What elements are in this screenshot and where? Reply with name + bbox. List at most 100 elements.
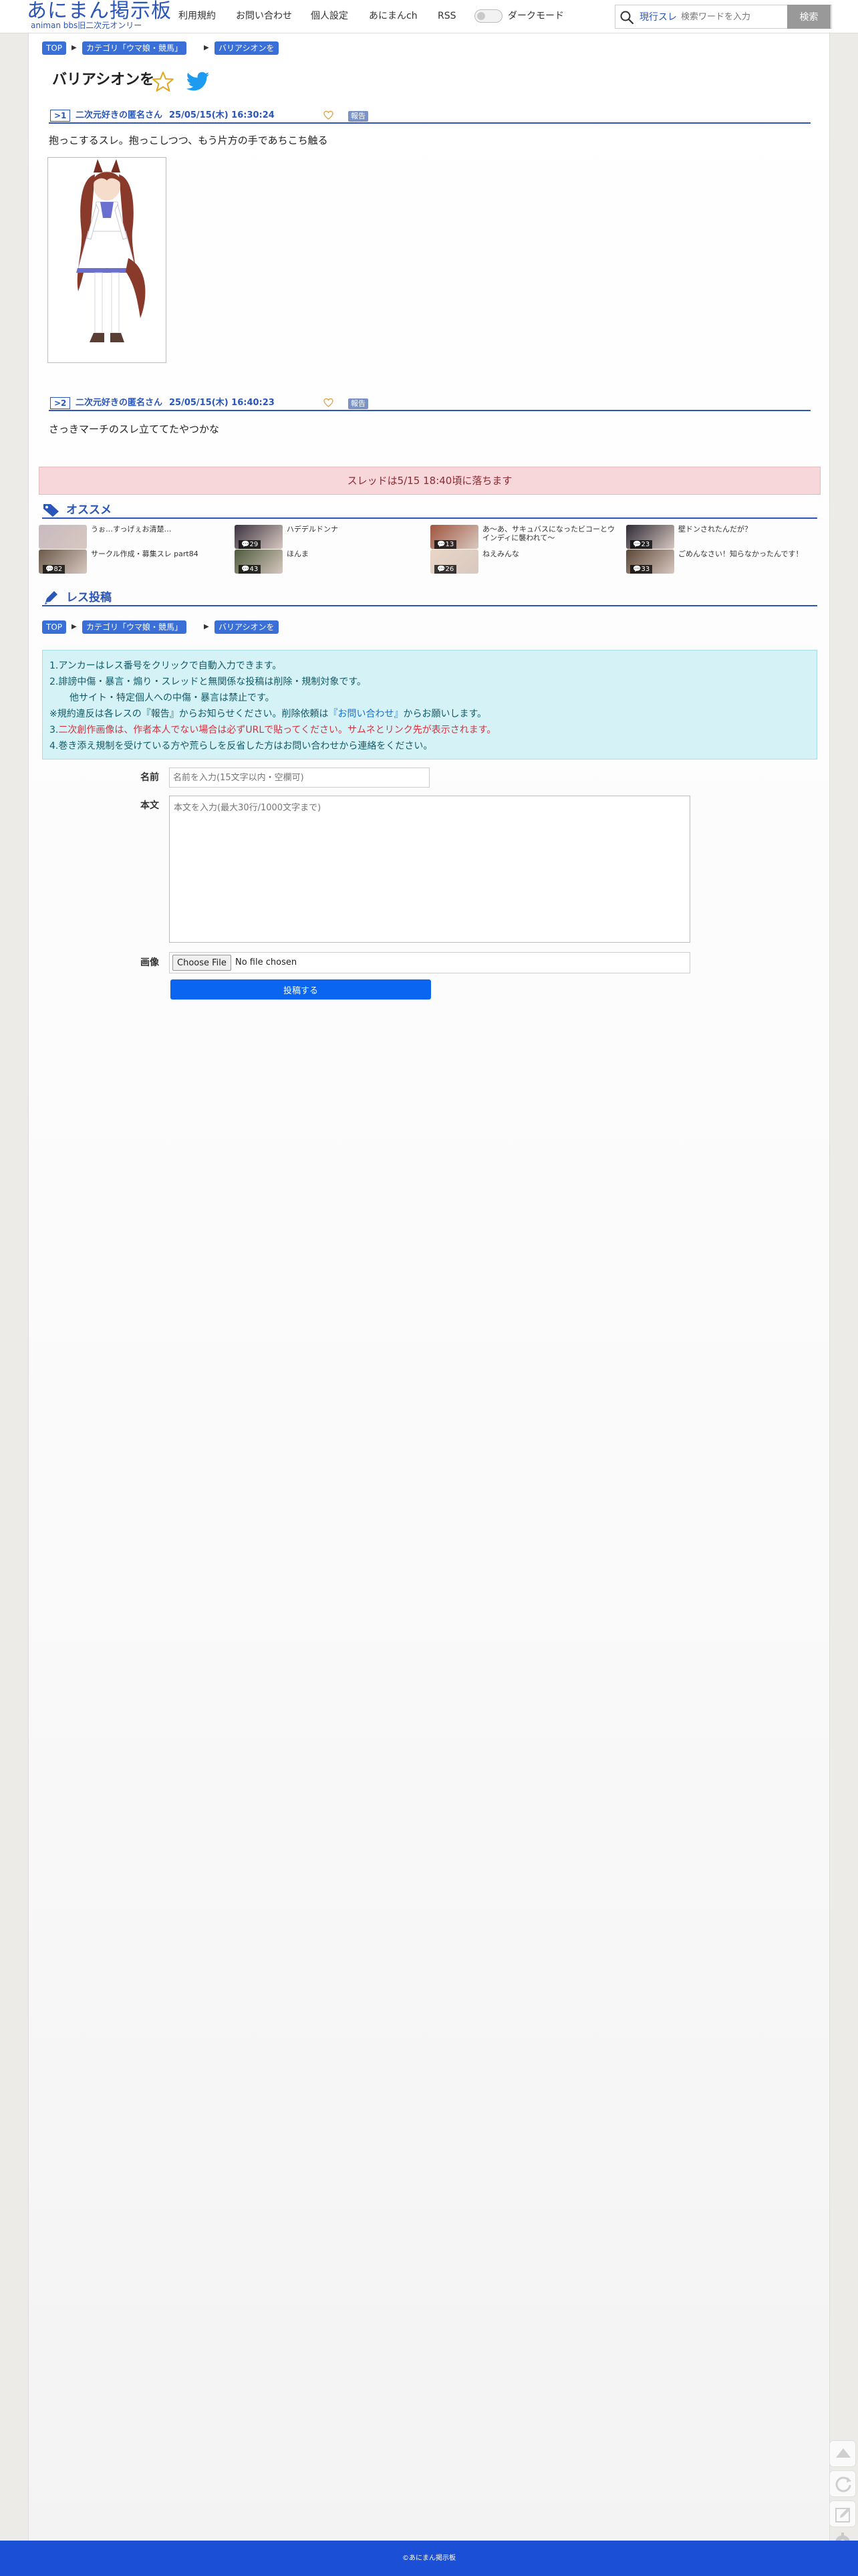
nav-terms[interactable]: 利用規約 [178, 10, 216, 22]
recommended-section-heading: オススメ [42, 503, 817, 519]
recommended-title: ハデデルドンナ [287, 525, 338, 534]
posting-rules: 1.アンカーはレス番号をクリックで自動入力できます。 2.誹謗中傷・暴言・煽り・… [42, 650, 817, 759]
nav-rss[interactable]: RSS [438, 10, 456, 22]
reply-count: 💬26 [434, 565, 457, 574]
post-body: さっきマーチのスレ立ててたやつかな [49, 423, 220, 435]
recommended-title: ねえみんな [482, 550, 519, 558]
body-textarea[interactable] [169, 796, 690, 943]
thread-thumbnail: 💬33 [626, 550, 674, 574]
image-file-field: Choose File No file chosen [169, 952, 690, 973]
reload-button[interactable] [829, 2470, 856, 2497]
site-header: あにまん掲示板 animan bbs旧二次元オンリー 利用規約 お問い合わせ 個… [0, 0, 858, 33]
breadcrumb-separator: ▶ [204, 44, 209, 51]
post-image-thumbnail[interactable] [47, 157, 166, 363]
recommended-item[interactable]: うぉ…すっげぇお清楚… [39, 525, 226, 549]
pencil-icon [45, 591, 57, 604]
dark-mode-toggle[interactable] [474, 9, 503, 23]
recommended-item[interactable]: 💬43 ほんま [235, 550, 422, 574]
search-scope[interactable]: 現行スレ [639, 11, 677, 23]
recommended-item[interactable]: 💬23 壁ドンされたんだが？ [626, 525, 813, 549]
recommended-item[interactable]: 💬29 ハデデルドンナ [235, 525, 422, 549]
rule-text: からお願いします。 [403, 709, 487, 719]
post-date: 25/05/15(木) 16:40:23 [169, 398, 275, 408]
rule-line: 2.誹謗中傷・暴言・煽り・スレッドと無関係な投稿は削除・規制対象です。 [49, 677, 366, 687]
recommended-item[interactable]: 💬13 あ〜あ、サキュバスになったビコーとウインディに襲われて〜 [430, 525, 617, 549]
thread-thumbnail [39, 525, 87, 549]
report-button[interactable]: 報告 [348, 111, 368, 122]
reply-count: 💬23 [630, 540, 653, 549]
character-illustration [76, 159, 146, 342]
rule-line: 4.巻き添え規制を受けている方や荒らしを反省した方はお問い合わせから連絡をくださ… [49, 741, 433, 751]
file-status: No file chosen [235, 957, 297, 967]
thread-expiry-notice: スレッドは5/15 18:40頃に落ちます [39, 467, 821, 495]
heart-icon[interactable] [323, 110, 333, 120]
reload-icon [835, 2476, 851, 2492]
breadcrumb-separator: ▶ [72, 623, 77, 630]
scroll-top-button[interactable] [829, 2440, 856, 2467]
reply-count: 💬82 [43, 565, 65, 574]
post-body: 抱っこするスレ。抱っこしつつ、もう片方の手であちこち触る [49, 134, 328, 146]
write-button[interactable] [829, 2500, 856, 2527]
name-input[interactable] [169, 768, 430, 788]
star-icon[interactable] [152, 71, 174, 92]
submit-button[interactable]: 投稿する [170, 979, 431, 1000]
search-button[interactable]: 検索 [787, 5, 831, 29]
recommended-title: サークル作成・募集スレ part84 [91, 550, 198, 558]
body-label: 本文 [140, 800, 159, 811]
footer-copyright: ©あにまん掲示板 [402, 2555, 456, 2562]
name-label: 名前 [140, 772, 159, 783]
breadcrumb-top[interactable]: TOP [42, 620, 67, 634]
edit-icon [835, 2508, 850, 2523]
thread-thumbnail: 💬26 [430, 550, 478, 574]
post-author: 二次元好きの匿名さん [76, 110, 163, 120]
search-input[interactable] [681, 8, 799, 25]
reply-count: 💬33 [630, 565, 653, 574]
choose-file-button[interactable]: Choose File [172, 955, 231, 971]
logo-main-text: あにまん掲示板 [27, 0, 172, 23]
thread-thumbnail: 💬23 [626, 525, 674, 549]
reply-count: 💬13 [434, 540, 457, 549]
breadcrumb-thread[interactable]: バリアシオンを [214, 41, 279, 55]
site-footer: ©あにまん掲示板 [0, 2541, 858, 2576]
heart-icon[interactable] [323, 398, 333, 408]
breadcrumb-thread[interactable]: バリアシオンを [214, 620, 279, 634]
site-logo[interactable]: あにまん掲示板 animan bbs旧二次元オンリー [27, 0, 171, 33]
rule-line: 他サイト・特定個人への中傷・暴言は禁止です。 [69, 693, 275, 703]
post-header: >2 二次元好きの匿名さん 25/05/15(木) 16:40:23 報告 [49, 396, 811, 411]
reply-count: 💬43 [239, 565, 261, 574]
rule-line: ※規約違反は各レスの『報告』からお知らせください。削除依頼は『お問い合わせ』から… [49, 706, 810, 722]
recommended-item[interactable]: 💬26 ねえみんな [430, 550, 617, 574]
nav-settings[interactable]: 個人設定 [311, 10, 348, 22]
post-date: 25/05/15(木) 16:30:24 [169, 110, 275, 120]
breadcrumb-category[interactable]: カテゴリ「ウマ娘・競馬」 [82, 620, 187, 634]
post-number-anchor[interactable]: >2 [50, 397, 71, 409]
recommended-title: ほんま [287, 550, 309, 558]
reply-heading: レス投稿 [66, 591, 112, 604]
thread-thumbnail: 💬29 [235, 525, 283, 549]
scroll-top-icon [836, 2448, 851, 2458]
breadcrumb-separator: ▶ [72, 44, 77, 51]
post-header: >1 二次元好きの匿名さん 25/05/15(木) 16:30:24 報告 [49, 109, 811, 124]
recommended-title: 壁ドンされたんだが？ [678, 525, 752, 534]
rule-warning: 二次創作画像は、作者本人でない場合は必ずURLで貼ってください。サムネとリンク先… [58, 725, 496, 735]
recommended-item[interactable]: 💬82 サークル作成・募集スレ part84 [39, 550, 226, 574]
nav-contact[interactable]: お問い合わせ [236, 10, 292, 22]
reply-section-heading: レス投稿 [42, 590, 817, 606]
post-number-anchor[interactable]: >1 [50, 110, 71, 122]
twitter-icon[interactable] [186, 72, 210, 92]
recommended-item[interactable]: 💬33 ごめんなさい！知らなかったんです！ [626, 550, 813, 574]
tag-icon [43, 504, 59, 517]
breadcrumb-top[interactable]: TOP [42, 41, 67, 55]
contact-link[interactable]: 『お問い合わせ』 [328, 709, 403, 719]
toggle-knob [477, 12, 485, 20]
rule-line: 3.二次創作画像は、作者本人でない場合は必ずURLで貼ってください。サムネとリン… [49, 722, 810, 738]
search-icon[interactable] [619, 10, 634, 25]
nav-animanch[interactable]: あにまんch [369, 10, 418, 22]
breadcrumb-separator: ▶ [204, 623, 209, 630]
recommended-title: うぉ…すっげぇお清楚… [91, 525, 172, 534]
image-label: 画像 [140, 957, 159, 968]
thread-thumbnail: 💬13 [430, 525, 478, 549]
breadcrumb-category[interactable]: カテゴリ「ウマ娘・競馬」 [82, 41, 187, 55]
rule-text: 3. [49, 725, 59, 735]
report-button[interactable]: 報告 [348, 398, 368, 409]
